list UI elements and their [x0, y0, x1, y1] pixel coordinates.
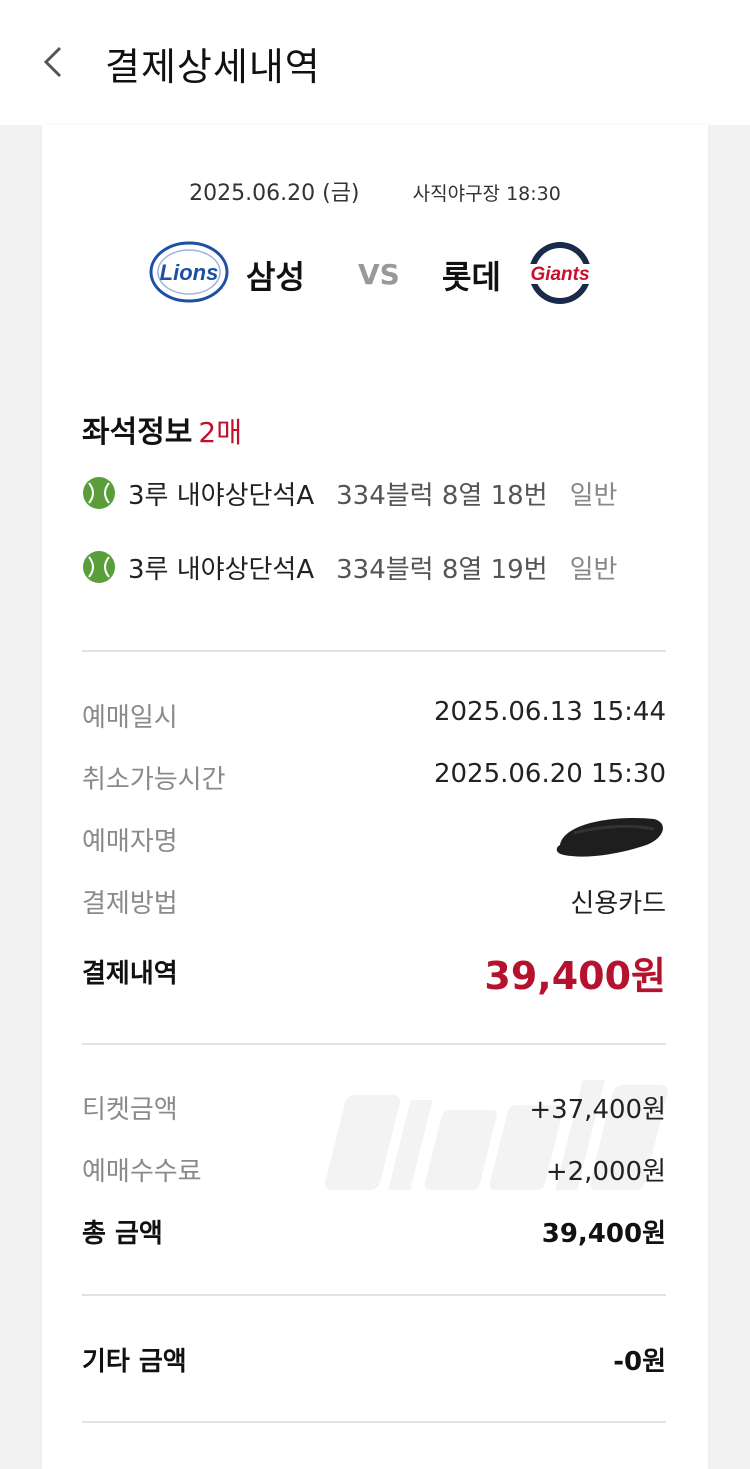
game-venue-time: 사직야구장 18:30 [412, 183, 561, 205]
other-amount-value: -0원 [613, 1347, 666, 1377]
payment-method-row: 결제방법 신용카드 [82, 883, 666, 923]
seat-position: 334블럭 8열 19번 [336, 554, 548, 585]
booking-fee-label: 예매수수료 [82, 1157, 202, 1187]
seat-count: 2매 [198, 416, 242, 449]
giants-logo-icon: Giants [520, 242, 600, 304]
game-date: 2025.06.20 (금) [189, 181, 360, 206]
booking-date-value: 2025.06.13 15:44 [433, 697, 666, 727]
lions-logo-text: Lions [160, 260, 219, 285]
payment-detail-card: 2025.06.20 (금) 사직야구장 18:30 Lions 삼성 VS 롯… [42, 125, 708, 1469]
seat-grade: 일반 [569, 480, 618, 511]
ticket-amount-label: 티켓금액 [82, 1095, 178, 1125]
baseball-icon [83, 477, 115, 509]
other-amount-row: 기타 금액 -0원 [82, 1341, 666, 1381]
payment-total-label: 결제내역 [82, 959, 178, 989]
booking-date-label: 예매일시 [82, 703, 178, 733]
divider [82, 650, 666, 652]
chevron-left-icon [43, 46, 62, 78]
payment-total-row: 결제내역 39,400원 [82, 953, 666, 998]
app-header: 결제상세내역 [0, 0, 750, 125]
seat-zone: 3루 내야상단석A [128, 554, 315, 585]
booker-name-row: 예매자명 [82, 818, 666, 861]
sum-amount-value: 39,400원 [541, 1219, 666, 1249]
booker-name-label: 예매자명 [82, 827, 178, 857]
seat-row: 3루 내야상단석A 334블럭 8열 19번 일반 [82, 547, 617, 587]
game-info: 2025.06.20 (금) 사직야구장 18:30 [42, 175, 708, 207]
seat-row: 3루 내야상단석A 334블럭 8열 18번 일반 [82, 473, 617, 513]
divider [82, 1043, 666, 1045]
home-team-name: 롯데 [442, 258, 501, 296]
payment-method-value: 신용카드 [570, 889, 666, 919]
ticket-amount-row: 티켓금액 +37,400원 [82, 1089, 666, 1129]
ticket-amount-value: +37,400원 [529, 1095, 666, 1125]
divider [82, 1421, 666, 1423]
redaction-scribble [556, 818, 663, 857]
other-amount-label: 기타 금액 [82, 1347, 187, 1377]
sum-amount-label: 총 금액 [82, 1219, 163, 1249]
booking-fee-row: 예매수수료 +2,000원 [82, 1151, 666, 1191]
away-team-name: 삼성 [246, 258, 305, 296]
divider [82, 1294, 666, 1296]
booking-date-row: 예매일시 2025.06.13 15:44 [82, 697, 666, 737]
payment-method-label: 결제방법 [82, 889, 178, 919]
seat-info-title: 좌석정보 2매 [82, 407, 242, 451]
sum-amount-row: 총 금액 39,400원 [82, 1213, 666, 1253]
lions-logo-icon: Lions [149, 241, 229, 303]
vs-label: VS [358, 258, 400, 291]
matchup: Lions 삼성 VS 롯데 Giants [42, 240, 708, 310]
back-button[interactable] [30, 40, 74, 84]
page-title: 결제상세내역 [105, 45, 321, 89]
booking-fee-value: +2,000원 [545, 1157, 666, 1187]
cancel-deadline-label: 취소가능시간 [82, 765, 226, 795]
seat-info-label: 좌석정보 [82, 415, 193, 450]
seat-zone: 3루 내야상단석A [128, 480, 315, 511]
payment-total-value: 39,400원 [484, 954, 666, 998]
giants-logo-text: Giants [530, 264, 589, 285]
cancel-deadline-row: 취소가능시간 2025.06.20 15:30 [82, 759, 666, 799]
seat-position: 334블럭 8열 18번 [336, 480, 548, 511]
seat-grade: 일반 [569, 554, 618, 585]
cancel-deadline-value: 2025.06.20 15:30 [433, 759, 666, 789]
baseball-icon [83, 551, 115, 583]
